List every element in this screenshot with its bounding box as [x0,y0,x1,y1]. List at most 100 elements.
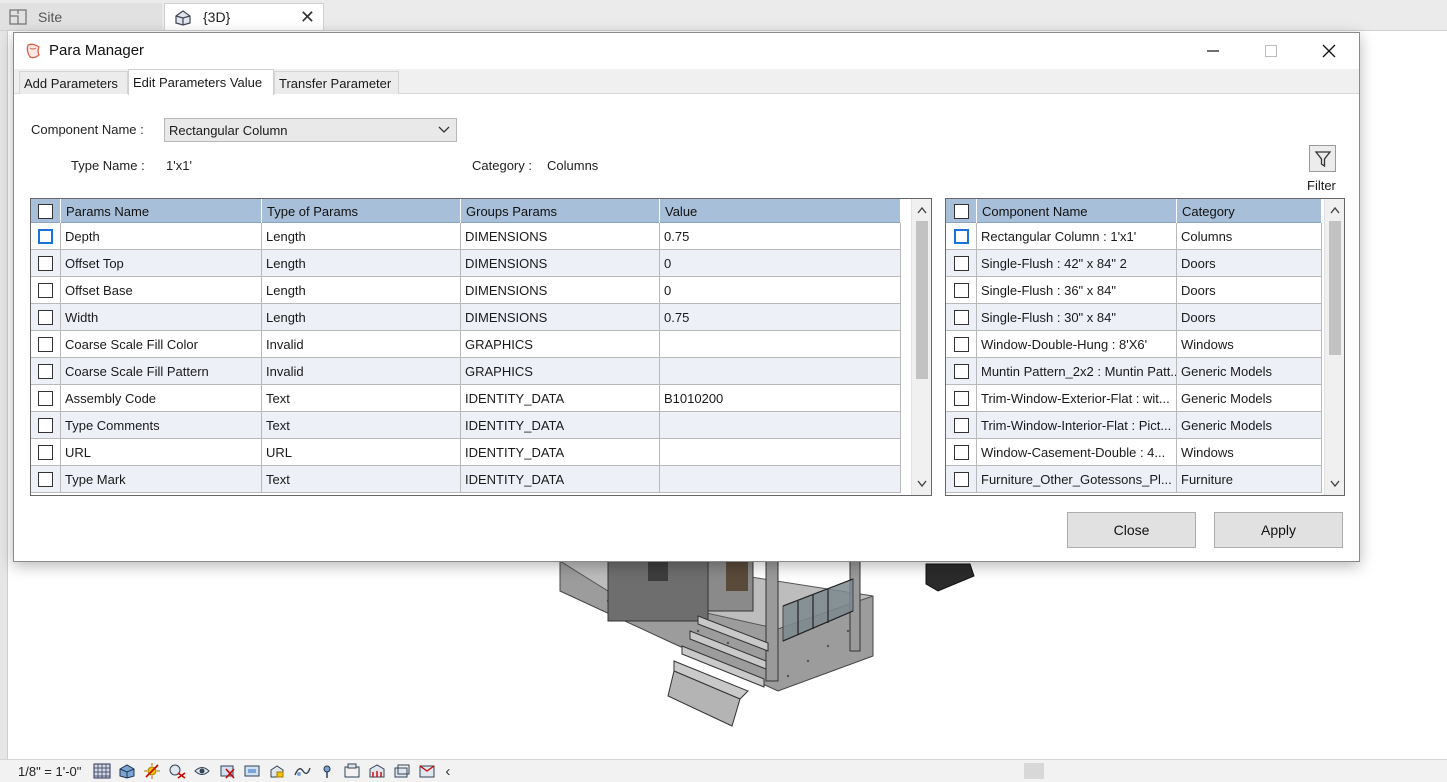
table-cell[interactable]: DIMENSIONS [461,277,660,304]
table-cell[interactable]: Text [262,412,461,439]
component-row[interactable]: Furniture_Other_Gotessons_Pl... Furniture [946,466,1322,493]
temporary-hide-icon[interactable] [291,762,313,780]
render-icon[interactable] [191,762,213,780]
table-cell[interactable]: Type Comments [61,412,262,439]
row-checkbox[interactable] [38,471,53,487]
row-checkbox[interactable] [38,417,53,433]
row-checkbox-cell[interactable] [946,385,977,412]
row-checkbox-cell[interactable] [946,466,977,493]
component-row[interactable]: Trim-Window-Interior-Flat : Pict... Gener… [946,412,1322,439]
table-cell[interactable]: Window-Casement-Double : 4... [977,439,1177,466]
table-cell[interactable]: Coarse Scale Fill Color [61,331,262,358]
table-cell[interactable]: B1010200 [660,385,901,412]
show-crop-icon[interactable] [241,762,263,780]
params-scrollbar[interactable] [911,199,931,495]
scroll-thumb[interactable] [916,221,928,379]
param-row[interactable]: Depth Length DIMENSIONS 0.75 [31,223,901,250]
row-checkbox[interactable] [38,228,53,244]
view-scale[interactable]: 1/8" = 1'-0" [18,764,81,779]
table-cell[interactable]: Muntin Pattern_2x2 : Muntin Patt... [977,358,1177,385]
tab-transfer-parameter[interactable]: Transfer Parameter [274,71,399,94]
select-all-checkbox-cell[interactable] [946,199,977,223]
column-header[interactable]: Params Name [61,199,262,223]
column-header[interactable]: Category [1177,199,1322,223]
table-cell[interactable]: IDENTITY_DATA [461,439,660,466]
close-button[interactable]: Close [1067,512,1196,548]
table-cell[interactable]: Trim-Window-Interior-Flat : Pict... [977,412,1177,439]
close-window-button[interactable] [1300,33,1358,69]
row-checkbox-cell[interactable] [31,358,61,385]
component-row[interactable]: Single-Flush : 30" x 84" Doors [946,304,1322,331]
minimize-button[interactable] [1184,33,1242,69]
filter-button[interactable] [1309,145,1336,172]
scroll-up-icon[interactable] [912,201,931,219]
column-header[interactable]: Groups Params [461,199,660,223]
table-cell[interactable]: DIMENSIONS [461,304,660,331]
param-row[interactable]: Assembly Code Text IDENTITY_DATA B1010200 [31,385,901,412]
component-row[interactable]: Trim-Window-Exterior-Flat : wit... Generi… [946,385,1322,412]
dialog-titlebar[interactable]: Para Manager [14,33,1359,69]
table-cell[interactable]: 0.75 [660,304,901,331]
table-cell[interactable]: GRAPHICS [461,358,660,385]
table-cell[interactable] [660,439,901,466]
scroll-thumb[interactable] [1329,221,1341,355]
row-checkbox-cell[interactable] [31,250,61,277]
table-cell[interactable]: IDENTITY_DATA [461,412,660,439]
param-row[interactable]: Coarse Scale Fill Pattern Invalid GRAPHICS [31,358,901,385]
component-row[interactable]: Single-Flush : 42" x 84" 2 Doors [946,250,1322,277]
row-checkbox-cell[interactable] [946,304,977,331]
table-cell[interactable]: URL [262,439,461,466]
table-cell[interactable]: Windows [1177,331,1322,358]
apply-button[interactable]: Apply [1214,512,1343,548]
param-row[interactable]: URL URL IDENTITY_DATA [31,439,901,466]
lock-view-icon[interactable] [266,762,288,780]
table-cell[interactable]: IDENTITY_DATA [461,385,660,412]
tab-3d[interactable]: {3D} ✕ [164,3,324,30]
temporary-view-icon[interactable] [341,762,363,780]
table-cell[interactable]: Text [262,466,461,493]
tab-site[interactable]: Site [0,3,162,30]
table-cell[interactable] [660,358,901,385]
row-checkbox[interactable] [38,255,53,271]
table-cell[interactable]: Invalid [262,358,461,385]
row-checkbox[interactable] [953,282,969,298]
param-row[interactable]: Width Length DIMENSIONS 0.75 [31,304,901,331]
table-cell[interactable]: Windows [1177,439,1322,466]
table-cell[interactable]: Length [262,304,461,331]
row-checkbox[interactable] [953,336,969,352]
crop-view-icon[interactable] [216,762,238,780]
table-cell[interactable]: Generic Models [1177,358,1322,385]
table-cell[interactable] [660,466,901,493]
table-cell[interactable]: Furniture [1177,466,1322,493]
row-checkbox[interactable] [953,471,969,487]
component-row[interactable]: Window-Casement-Double : 4... Windows [946,439,1322,466]
table-cell[interactable]: Type Mark [61,466,262,493]
component-row[interactable]: Window-Double-Hung : 8'X6' Windows [946,331,1322,358]
table-cell[interactable]: 0 [660,250,901,277]
table-cell[interactable]: Window-Double-Hung : 8'X6' [977,331,1177,358]
table-cell[interactable]: DIMENSIONS [461,250,660,277]
row-checkbox-cell[interactable] [946,439,977,466]
table-cell[interactable]: Generic Models [1177,385,1322,412]
table-cell[interactable]: Offset Base [61,277,262,304]
param-row[interactable]: Type Mark Text IDENTITY_DATA [31,466,901,493]
table-cell[interactable]: Single-Flush : 42" x 84" 2 [977,250,1177,277]
select-all-checkbox-cell[interactable] [31,199,61,223]
row-checkbox[interactable] [38,336,53,352]
collapse-icon[interactable]: ‹ [445,763,450,780]
table-cell[interactable] [660,412,901,439]
table-cell[interactable]: Single-Flush : 30" x 84" [977,304,1177,331]
row-checkbox[interactable] [38,390,53,406]
sun-path-icon[interactable] [141,762,163,780]
table-cell[interactable]: URL [61,439,262,466]
table-cell[interactable]: Coarse Scale Fill Pattern [61,358,262,385]
param-row[interactable]: Coarse Scale Fill Color Invalid GRAPHICS [31,331,901,358]
table-cell[interactable]: GRAPHICS [461,331,660,358]
analytical-model-icon[interactable] [391,762,413,780]
row-checkbox[interactable] [953,309,969,325]
table-cell[interactable]: IDENTITY_DATA [461,466,660,493]
select-all-components-checkbox[interactable] [953,203,969,219]
row-checkbox-cell[interactable] [946,250,977,277]
row-checkbox-cell[interactable] [31,277,61,304]
components-scrollbar[interactable] [1324,199,1344,495]
